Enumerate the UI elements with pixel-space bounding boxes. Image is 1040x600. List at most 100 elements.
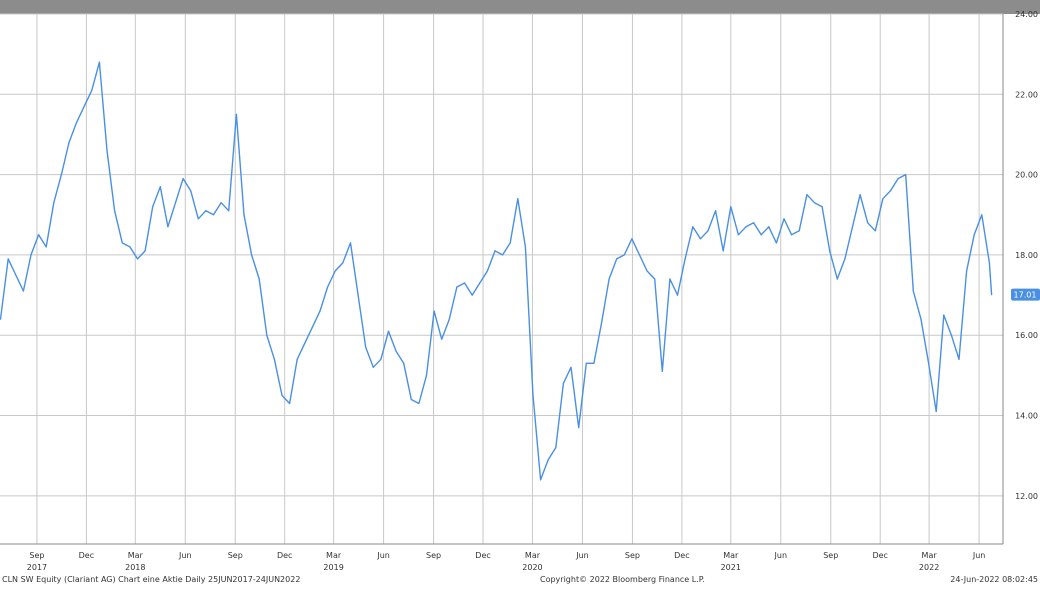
data-point <box>235 113 237 115</box>
data-point <box>45 246 47 248</box>
data-point <box>479 282 481 284</box>
data-point <box>159 186 161 188</box>
data-point <box>806 194 808 196</box>
data-point <box>7 258 9 260</box>
data-point <box>791 234 793 236</box>
y-tick-label: 22.00 <box>1015 90 1038 99</box>
x-year-label: 2019 <box>323 563 343 572</box>
data-point <box>524 246 527 248</box>
data-point <box>502 254 504 256</box>
data-point <box>882 198 884 200</box>
data-point <box>874 230 876 232</box>
last-value-label: 17.01 <box>1014 291 1037 300</box>
data-point <box>136 258 139 260</box>
top-bar <box>0 0 1040 14</box>
y-tick-label: 14.00 <box>1015 412 1038 421</box>
data-point <box>342 262 344 264</box>
data-point <box>897 178 899 180</box>
data-point <box>973 234 975 236</box>
data-point <box>920 318 922 320</box>
data-point <box>889 190 892 192</box>
y-tick-label: 16.00 <box>1015 331 1038 340</box>
data-point <box>532 394 534 396</box>
data-point <box>228 210 230 212</box>
x-tick-label: Sep <box>823 551 838 560</box>
y-tick-label: 20.00 <box>1015 171 1038 180</box>
x-tick-label: Dec <box>475 551 490 560</box>
data-point <box>707 230 709 232</box>
data-point <box>456 286 458 288</box>
data-point <box>768 226 770 228</box>
data-point <box>304 342 306 344</box>
data-point <box>98 61 100 63</box>
data-point <box>730 206 732 208</box>
data-point <box>813 202 816 204</box>
data-point <box>676 294 679 296</box>
data-point <box>205 210 207 212</box>
data-point <box>669 278 671 280</box>
data-point <box>859 194 861 196</box>
data-point <box>38 234 40 236</box>
data-point <box>661 370 663 372</box>
chart-svg: 12.00 14.00 16.00 18.00 20.00 22.00 24.00 Sep D… <box>0 0 1040 600</box>
x-tick-label: Dec <box>674 551 689 560</box>
data-point <box>699 238 702 240</box>
data-point <box>991 294 993 296</box>
data-point <box>243 214 245 216</box>
data-point <box>722 250 724 252</box>
x-tick-label: Mar <box>326 551 342 560</box>
data-point <box>395 350 397 352</box>
data-point <box>22 290 24 292</box>
data-point <box>950 334 953 336</box>
x-tick-label: Mar <box>922 551 938 560</box>
data-point <box>966 270 968 272</box>
data-point <box>418 402 420 405</box>
data-point <box>380 358 382 360</box>
data-point <box>981 214 983 216</box>
data-point <box>517 198 519 200</box>
x-year-label: 2020 <box>522 563 542 572</box>
data-point <box>692 226 694 228</box>
data-point <box>129 246 131 248</box>
data-point <box>60 174 63 176</box>
data-point <box>30 254 32 256</box>
data-point <box>403 362 405 364</box>
y-tick-label: 18.00 <box>1015 251 1038 260</box>
data-point <box>851 226 854 228</box>
data-point <box>798 230 800 232</box>
data-point <box>319 310 321 312</box>
data-point <box>258 278 260 280</box>
data-point <box>608 278 610 280</box>
last-value-layer: 17.01 <box>1011 288 1040 301</box>
x-tick-label: Sep <box>29 551 44 560</box>
data-point <box>311 326 313 328</box>
data-point <box>540 479 542 481</box>
data-point <box>684 258 686 260</box>
data-point <box>289 402 291 405</box>
x-year-label: 2018 <box>125 563 145 572</box>
data-point <box>212 214 215 216</box>
data-point <box>928 362 930 364</box>
data-point <box>76 121 78 123</box>
data-point <box>943 314 945 316</box>
footer-right: 24-Jun-2022 08:02:45 <box>950 575 1038 584</box>
data-point <box>509 242 511 244</box>
data-point <box>958 358 960 360</box>
data-point <box>273 358 275 360</box>
data-point <box>387 330 390 332</box>
data-point <box>555 447 557 449</box>
data-point <box>988 262 991 264</box>
data-point <box>494 250 496 252</box>
data-point <box>844 258 846 260</box>
data-point <box>638 254 641 256</box>
data-point <box>486 270 488 272</box>
data-point <box>912 290 914 292</box>
data-point <box>197 218 199 220</box>
x-tick-label: Dec <box>277 551 292 560</box>
data-point <box>745 226 747 228</box>
data-point <box>174 202 177 204</box>
x-tick-label: Jun <box>575 551 589 560</box>
footer-left: CLN SW Equity (Clariant AG) Chart eine A… <box>2 575 300 584</box>
data-point <box>471 294 473 296</box>
data-point <box>182 178 184 180</box>
